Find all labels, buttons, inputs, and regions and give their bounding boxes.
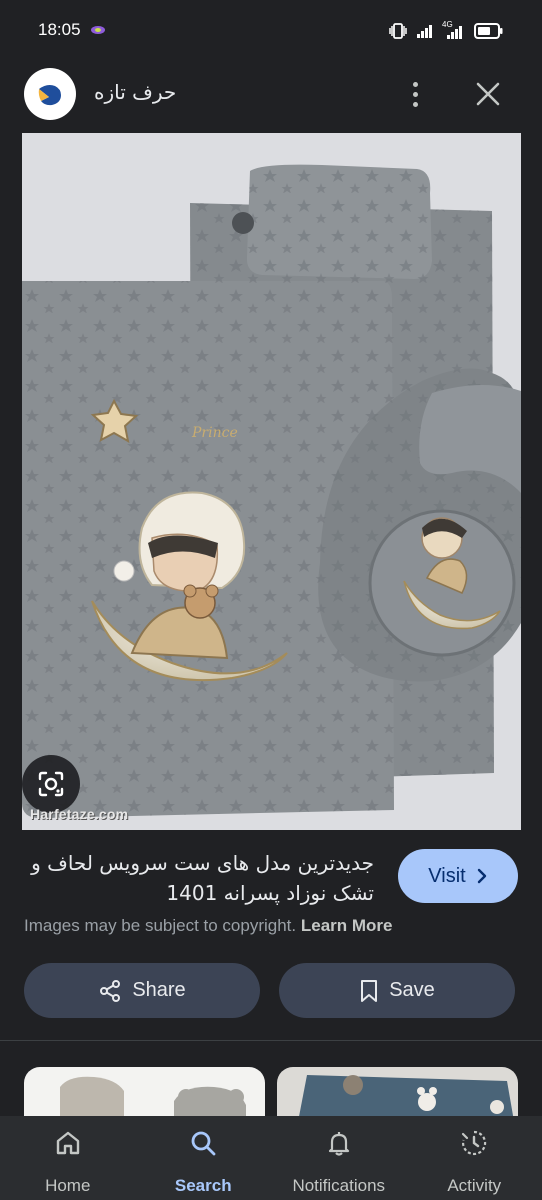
image-watermark: Harfetaze.com <box>30 806 129 822</box>
viewer-header: حرف تازه <box>0 60 542 130</box>
save-button[interactable]: Save <box>279 963 515 1018</box>
site-name[interactable]: حرف تازه <box>94 80 176 104</box>
more-options-button[interactable] <box>400 74 430 114</box>
copyright-text: Images may be subject to copyright. <box>24 916 297 935</box>
nav-notifications[interactable]: Notifications <box>271 1116 407 1200</box>
site-logo[interactable] <box>24 68 76 120</box>
chevron-right-icon <box>477 868 486 884</box>
bottom-navigation: Home Search Notifications Activity <box>0 1116 542 1200</box>
status-time: 18:05 <box>38 20 81 39</box>
result-title[interactable]: جدیدترین مدل های ست سرویس لحاف و تشک نوز… <box>24 848 374 908</box>
status-icons: 4G <box>388 20 504 42</box>
save-label: Save <box>389 979 435 1001</box>
result-image[interactable]: Prince <box>22 133 521 830</box>
more-vertical-icon <box>412 81 418 87</box>
lens-button[interactable] <box>22 755 80 813</box>
status-bar: 18:05 4G <box>0 0 542 60</box>
home-icon <box>56 1131 79 1155</box>
nav-activity[interactable]: Activity <box>407 1116 542 1200</box>
svg-text:Prince: Prince <box>191 425 238 441</box>
nav-activity-label: Activity <box>447 1176 502 1195</box>
share-icon <box>100 979 121 1002</box>
nav-notifications-label: Notifications <box>292 1176 386 1195</box>
close-icon[interactable] <box>470 76 506 112</box>
harfetaze-logo-icon <box>38 85 61 106</box>
baby-bedding-photo: Prince <box>22 133 521 830</box>
signal-4g-icon <box>447 26 462 39</box>
activity-icon <box>462 1130 487 1156</box>
app-notification-icon <box>91 26 105 34</box>
nav-search-label: Search <box>174 1176 232 1195</box>
visit-label: Visit <box>428 864 466 887</box>
nav-search[interactable]: Search <box>136 1116 272 1200</box>
vibrate-icon <box>389 23 407 39</box>
lens-icon <box>38 771 64 797</box>
nav-home[interactable]: Home <box>0 1116 136 1200</box>
share-button[interactable]: Share <box>24 963 260 1018</box>
bell-icon <box>328 1132 349 1156</box>
section-divider <box>0 1040 542 1041</box>
learn-more-link[interactable]: Learn More <box>301 916 393 935</box>
search-icon <box>191 1131 216 1156</box>
battery-icon <box>474 23 503 39</box>
bookmark-icon <box>361 979 378 1002</box>
copyright-notice: Images may be subject to copyright. Lear… <box>24 916 393 936</box>
signal-icon <box>417 25 432 38</box>
share-label: Share <box>132 979 186 1001</box>
visit-button[interactable]: Visit <box>398 849 518 903</box>
nav-home-label: Home <box>45 1176 91 1195</box>
